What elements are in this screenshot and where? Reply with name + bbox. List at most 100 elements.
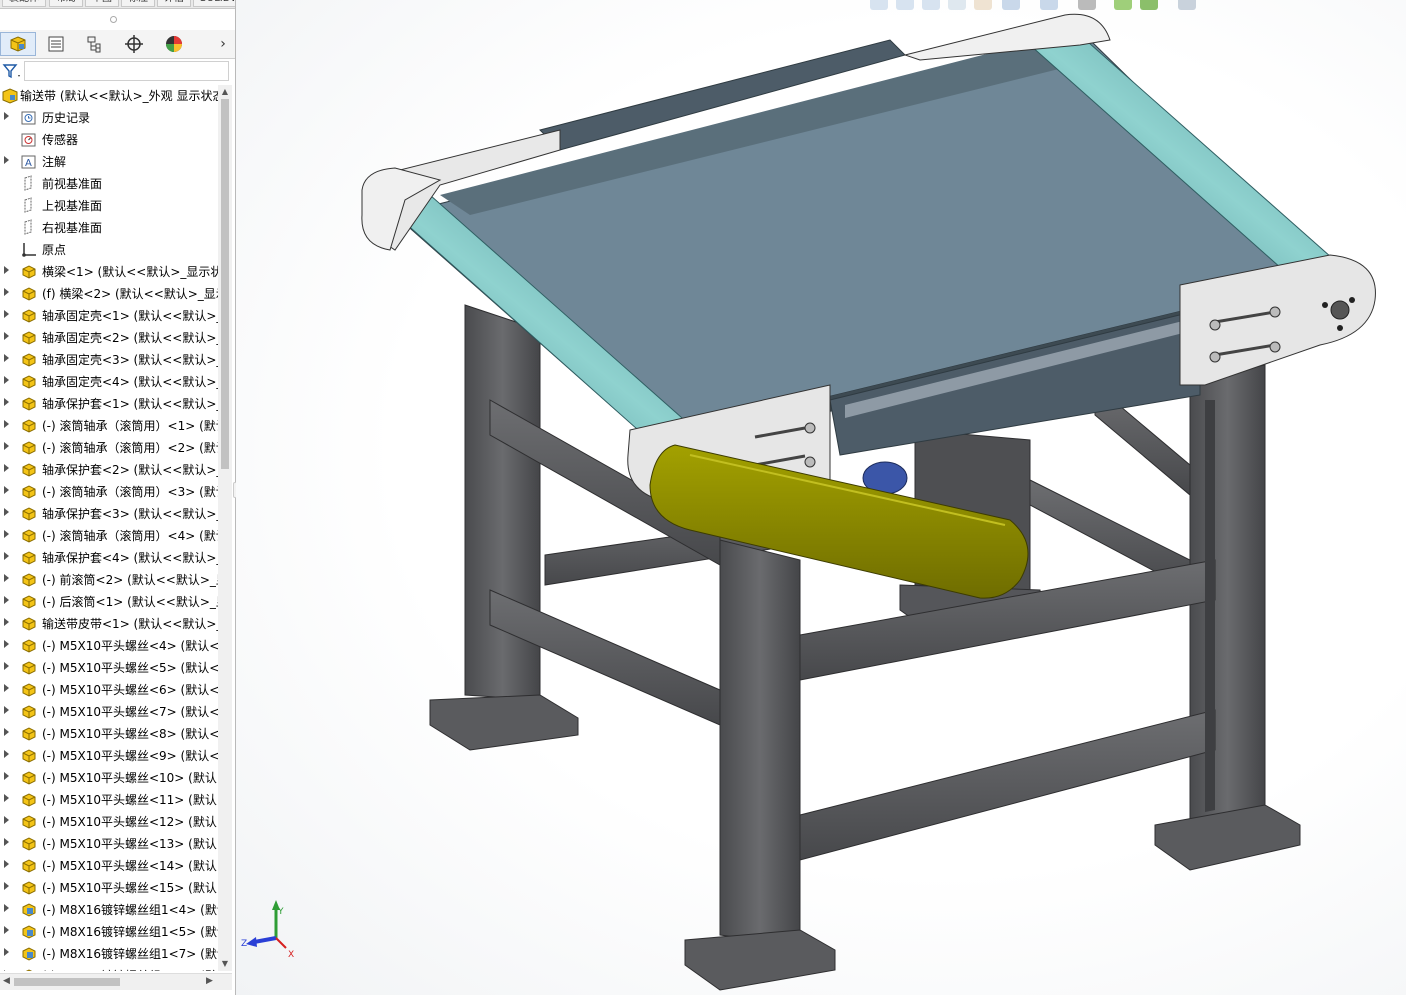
- tree-item[interactable]: (-) 滚筒轴承（滚筒用）<4> (默认: [0, 525, 218, 547]
- tab-scroll-right-button[interactable]: ›: [214, 32, 232, 56]
- tree-item[interactable]: (-) M5X10平头螺丝<9> (默认<: [0, 745, 218, 767]
- propertymanager-tab[interactable]: [38, 32, 74, 56]
- graphics-viewport[interactable]: Y Z X: [236, 0, 1406, 995]
- tree-item[interactable]: 上视基准面: [0, 195, 218, 217]
- tree-item[interactable]: (-) M8X16镀锌螺丝组1<5> (默认: [0, 921, 218, 943]
- expand-arrow-icon[interactable]: [4, 442, 9, 450]
- horizontal-scroll-thumb[interactable]: [14, 978, 120, 986]
- tree-item[interactable]: 输送带皮带<1> (默认<<默认>_: [0, 613, 218, 635]
- expand-arrow-icon[interactable]: [4, 464, 9, 472]
- tree-item[interactable]: 历史记录: [0, 107, 218, 129]
- expand-arrow-icon[interactable]: [4, 816, 9, 824]
- tree-item[interactable]: 原点: [0, 239, 218, 261]
- expand-arrow-icon[interactable]: [4, 684, 9, 692]
- tree-item[interactable]: (f) 横梁<2> (默认<<默认>_显示: [0, 283, 218, 305]
- expand-arrow-icon[interactable]: [4, 310, 9, 318]
- tree-item[interactable]: 横梁<1> (默认<<默认>_显示状: [0, 261, 218, 283]
- command-tab-3[interactable]: 标注: [121, 0, 155, 7]
- conveyor-3d-model[interactable]: [236, 0, 1406, 995]
- tree-item[interactable]: (-) M8X16镀锌螺丝组1<4> (默认: [0, 899, 218, 921]
- expand-arrow-icon[interactable]: [4, 420, 9, 428]
- tree-horizontal-scrollbar[interactable]: ◀ ▶: [0, 973, 232, 990]
- tree-item[interactable]: 轴承保护套<4> (默认<<默认>_: [0, 547, 218, 569]
- expand-arrow-icon[interactable]: [4, 706, 9, 714]
- tree-item[interactable]: (-) M5X10平头螺丝<10> (默认<: [0, 767, 218, 789]
- expand-arrow-icon[interactable]: [4, 970, 9, 971]
- expand-arrow-icon[interactable]: [4, 508, 9, 516]
- tree-item[interactable]: 右视基准面: [0, 217, 218, 239]
- command-tab-0[interactable]: 装配体: [2, 0, 46, 7]
- tree-root-assembly[interactable]: 输送带 (默认<<默认>_外观 显示状态: [0, 85, 218, 107]
- configurationmanager-tab[interactable]: [76, 32, 112, 56]
- scroll-left-arrow-icon[interactable]: ◀: [3, 976, 10, 986]
- tree-item[interactable]: 轴承固定壳<1> (默认<<默认>_: [0, 305, 218, 327]
- expand-arrow-icon[interactable]: [4, 882, 9, 890]
- command-tab-2[interactable]: 草图: [85, 0, 119, 7]
- tree-item[interactable]: 轴承保护套<3> (默认<<默认>_: [0, 503, 218, 525]
- expand-arrow-icon[interactable]: [4, 838, 9, 846]
- expand-arrow-icon[interactable]: [4, 772, 9, 780]
- command-tab-5[interactable]: SOLIDWORKS 插件: [193, 0, 235, 7]
- expand-arrow-icon[interactable]: [4, 530, 9, 538]
- filter-input[interactable]: [24, 61, 229, 81]
- expand-arrow-icon[interactable]: [4, 552, 9, 560]
- tree-item[interactable]: (-) M5X10平头螺丝<7> (默认<: [0, 701, 218, 723]
- tree-item[interactable]: (-) M5X10平头螺丝<12> (默认<: [0, 811, 218, 833]
- expand-arrow-icon[interactable]: [4, 926, 9, 934]
- expand-arrow-icon[interactable]: [4, 112, 9, 120]
- tree-item[interactable]: 轴承保护套<2> (默认<<默认>_: [0, 459, 218, 481]
- command-tab-1[interactable]: 布局: [49, 0, 83, 7]
- tree-item[interactable]: A 注解: [0, 151, 218, 173]
- tree-item[interactable]: (-) 滚筒轴承（滚筒用）<2> (默认: [0, 437, 218, 459]
- expand-arrow-icon[interactable]: [4, 662, 9, 670]
- expand-arrow-icon[interactable]: [4, 948, 9, 956]
- display-manager-tab[interactable]: [156, 32, 192, 56]
- tree-item[interactable]: 前视基准面: [0, 173, 218, 195]
- tree-item[interactable]: 轴承保护套<1> (默认<<默认>_: [0, 393, 218, 415]
- filter-funnel-icon[interactable]: [2, 63, 22, 81]
- expand-arrow-icon[interactable]: [4, 574, 9, 582]
- tree-item[interactable]: (-) M5X10平头螺丝<15> (默认<: [0, 877, 218, 899]
- panel-grip-handle[interactable]: [110, 16, 117, 23]
- tree-item[interactable]: (-) M5X10平头螺丝<14> (默认<: [0, 855, 218, 877]
- dimxpert-tab[interactable]: [116, 32, 152, 56]
- expand-arrow-icon[interactable]: [4, 288, 9, 296]
- expand-arrow-icon[interactable]: [4, 354, 9, 362]
- tree-item[interactable]: (-) M8X16镀锌螺丝组1<7> (默认: [0, 943, 218, 965]
- expand-arrow-icon[interactable]: [4, 640, 9, 648]
- vertical-scroll-thumb[interactable]: [221, 99, 229, 469]
- tree-item[interactable]: 轴承固定壳<3> (默认<<默认>_: [0, 349, 218, 371]
- tree-item[interactable]: 轴承固定壳<2> (默认<<默认>_: [0, 327, 218, 349]
- tree-item[interactable]: (-) 滚筒轴承（滚筒用）<3> (默认: [0, 481, 218, 503]
- expand-arrow-icon[interactable]: [4, 750, 9, 758]
- command-tab-4[interactable]: 评估: [157, 0, 191, 7]
- expand-arrow-icon[interactable]: [4, 794, 9, 802]
- expand-arrow-icon[interactable]: [4, 266, 9, 274]
- scroll-down-arrow-icon[interactable]: ▼: [221, 959, 229, 969]
- expand-arrow-icon[interactable]: [4, 904, 9, 912]
- expand-arrow-icon[interactable]: [4, 860, 9, 868]
- tree-item[interactable]: 轴承固定壳<4> (默认<<默认>_: [0, 371, 218, 393]
- scroll-up-arrow-icon[interactable]: ▲: [221, 87, 229, 97]
- tree-item[interactable]: (-) 前滚筒<2> (默认<<默认>_显: [0, 569, 218, 591]
- featuremanager-tab[interactable]: [0, 32, 36, 56]
- expand-arrow-icon[interactable]: [4, 728, 9, 736]
- expand-arrow-icon[interactable]: [4, 596, 9, 604]
- expand-arrow-icon[interactable]: [4, 398, 9, 406]
- tree-item[interactable]: (-) 滚筒轴承（滚筒用）<1> (默认: [0, 415, 218, 437]
- tree-item[interactable]: (-) 后滚筒<1> (默认<<默认>_显: [0, 591, 218, 613]
- tree-item[interactable]: (-) M5X10平头螺丝<13> (默认<: [0, 833, 218, 855]
- scroll-right-arrow-icon[interactable]: ▶: [206, 976, 213, 986]
- tree-item[interactable]: (-) M5X10平头螺丝<5> (默认<: [0, 657, 218, 679]
- expand-arrow-icon[interactable]: [4, 618, 9, 626]
- tree-item[interactable]: (-) M8X16镀锌螺丝组1<8> (默认: [0, 965, 218, 971]
- tree-item[interactable]: (-) M5X10平头螺丝<11> (默认<: [0, 789, 218, 811]
- tree-item[interactable]: (-) M5X10平头螺丝<4> (默认<: [0, 635, 218, 657]
- tree-item[interactable]: (-) M5X10平头螺丝<8> (默认<: [0, 723, 218, 745]
- expand-arrow-icon[interactable]: [4, 486, 9, 494]
- expand-arrow-icon[interactable]: [4, 376, 9, 384]
- tree-item[interactable]: (-) M5X10平头螺丝<6> (默认<: [0, 679, 218, 701]
- expand-arrow-icon[interactable]: [4, 156, 9, 164]
- tree-item[interactable]: 传感器: [0, 129, 218, 151]
- expand-arrow-icon[interactable]: [4, 332, 9, 340]
